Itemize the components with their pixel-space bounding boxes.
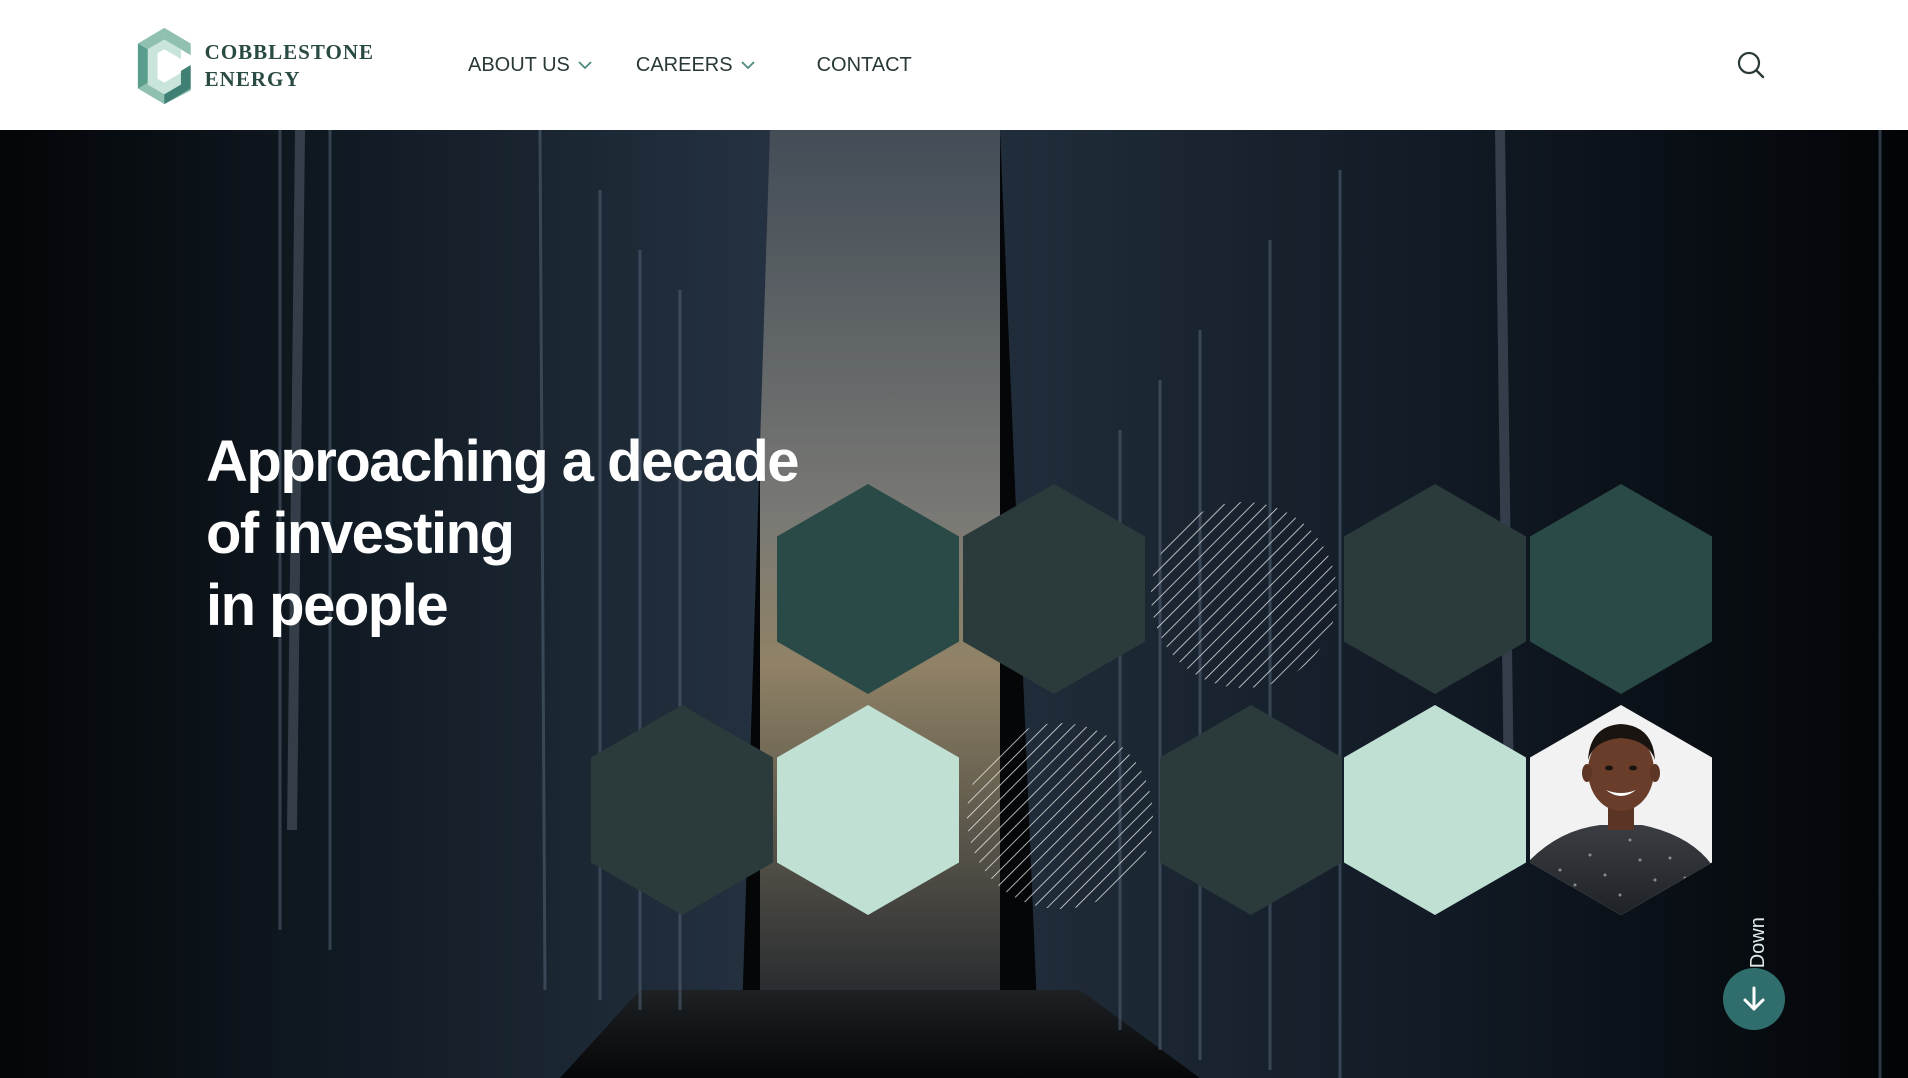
hexagon-tile <box>1530 484 1712 694</box>
striped-circle-pattern <box>1151 502 1337 688</box>
cobblestone-hex-logo-icon <box>137 27 191 105</box>
nav-item-label: CAREERS <box>635 53 733 76</box>
search-button[interactable] <box>1736 50 1766 80</box>
hero-section: Approaching a decade of investing in peo… <box>0 130 1908 1078</box>
brand-logo[interactable]: COBBLESTONE ENERGY <box>134 24 374 108</box>
chevron-down-icon <box>578 61 592 70</box>
arrow-down-icon <box>1743 986 1765 1011</box>
hexagon-tile <box>963 484 1145 694</box>
scroll-down-label: Scroll Down <box>1738 840 1778 1078</box>
hexagon-tile <box>1344 705 1526 915</box>
brand-name: COBBLESTONE ENERGY <box>205 39 374 93</box>
search-icon <box>1737 51 1765 79</box>
site-header: COBBLESTONE ENERGY ABOUT US CAREERS CONT… <box>0 0 1908 130</box>
hexagon-tile <box>591 705 773 915</box>
chevron-down-icon <box>740 61 755 70</box>
nav-item-label: ABOUT US <box>468 53 570 76</box>
nav-item-contact[interactable]: CONTACT <box>817 54 912 77</box>
hexagon-mosaic <box>591 484 1712 915</box>
hexagon-tile <box>777 484 959 694</box>
brand-name-line2: ENERGY <box>204 67 301 91</box>
nav-item-careers[interactable]: CAREERS <box>636 54 755 77</box>
brand-name-line1: COBBLESTONE <box>204 40 374 64</box>
scroll-down-button[interactable] <box>1723 968 1785 1030</box>
hexagon-tile <box>1160 705 1342 915</box>
hexagon-tile <box>777 705 959 915</box>
main-nav: ABOUT US CAREERS CONTACT <box>468 0 956 130</box>
hexagon-tile <box>1344 484 1526 694</box>
employee-portrait <box>1530 705 1712 915</box>
striped-circle-pattern <box>967 723 1153 909</box>
nav-item-label: CONTACT <box>816 53 912 76</box>
nav-item-about-us[interactable]: ABOUT US <box>468 54 592 77</box>
